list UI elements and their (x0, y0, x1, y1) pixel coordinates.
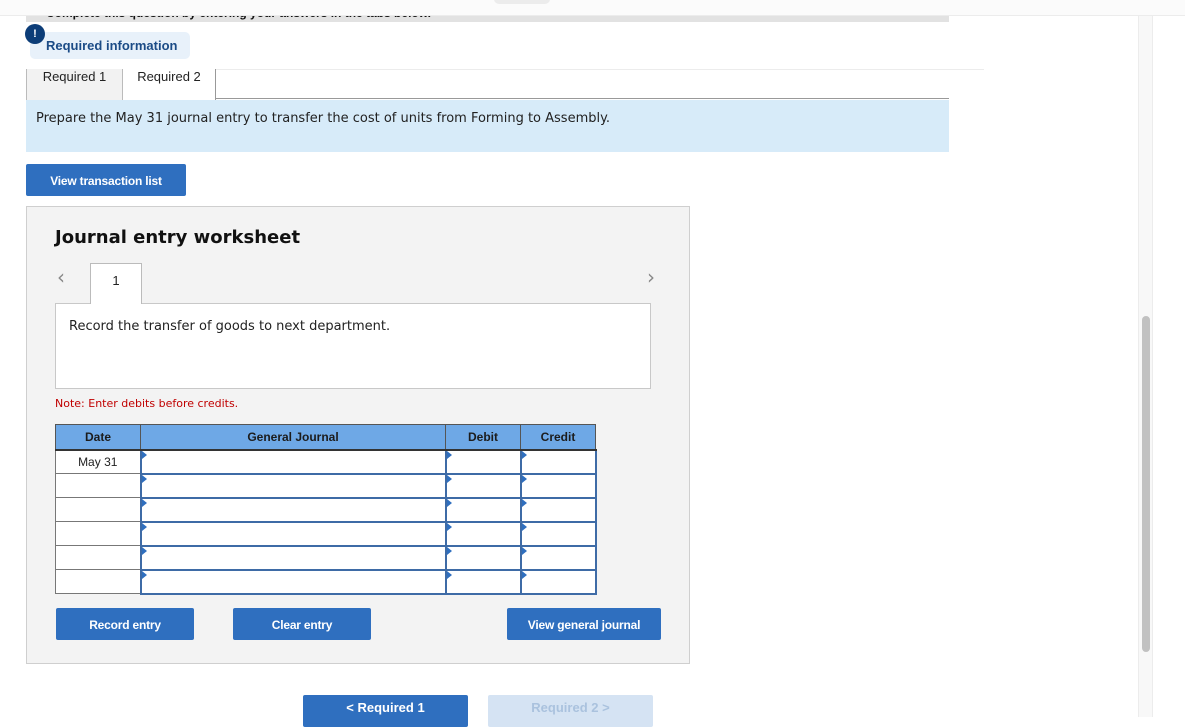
alert-icon: ! (25, 24, 45, 44)
account-input[interactable] (139, 544, 447, 571)
question-prompt: Prepare the May 31 journal entry to tran… (26, 100, 949, 152)
clear-entry-button[interactable]: Clear entry (233, 608, 371, 640)
credit-input[interactable] (519, 520, 597, 547)
account-input[interactable] (139, 472, 447, 499)
top-bar-pill (494, 0, 550, 4)
journal-table: Date General Journal Debit Credit May 31 (55, 424, 597, 595)
view-transaction-list-button[interactable]: View transaction list (26, 164, 186, 196)
date-cell: May 31 (55, 449, 141, 474)
account-input[interactable] (139, 448, 447, 475)
debit-input[interactable] (444, 568, 522, 595)
header-credit: Credit (520, 424, 596, 451)
chevron-right-icon[interactable]: › (647, 265, 655, 289)
date-cell (55, 569, 141, 594)
table-row: May 31 (55, 448, 597, 475)
tab-required-1[interactable]: Required 1 (26, 69, 123, 100)
date-cell (55, 473, 141, 498)
table-row (55, 544, 597, 571)
required-information-label: ! Required information (25, 24, 190, 59)
header-debit: Debit (445, 424, 521, 451)
header-general-journal: General Journal (140, 424, 446, 451)
next-required-button[interactable]: Required 2 > (488, 695, 653, 727)
instructions-banner: Complete this question by entering your … (26, 16, 949, 22)
worksheet-title: Journal entry worksheet (55, 227, 301, 248)
table-row (55, 520, 597, 547)
account-input[interactable] (139, 496, 447, 523)
tab-label: Required 2 (137, 69, 201, 84)
chevron-left-icon[interactable]: ‹ (57, 265, 65, 289)
table-row (55, 568, 597, 595)
credit-input[interactable] (519, 448, 597, 475)
debit-input[interactable] (444, 544, 522, 571)
entry-description: Record the transfer of goods to next dep… (55, 303, 651, 389)
view-general-journal-button[interactable]: View general journal (507, 608, 661, 640)
credit-input[interactable] (519, 496, 597, 523)
tab-label: Required 1 (42, 69, 107, 84)
tabs-divider (216, 98, 949, 99)
debit-input[interactable] (444, 448, 522, 475)
table-row (55, 472, 597, 499)
header-date: Date (55, 424, 141, 451)
date-cell (55, 521, 141, 546)
record-entry-button[interactable]: Record entry (56, 608, 194, 640)
top-bar (0, 0, 1185, 16)
date-cell (55, 545, 141, 570)
prev-required-button[interactable]: < Required 1 (303, 695, 468, 727)
table-row (55, 496, 597, 523)
credit-input[interactable] (519, 544, 597, 571)
requirement-tabs: Required 1 Required 2 (26, 69, 949, 100)
credit-input[interactable] (519, 472, 597, 499)
debit-input[interactable] (444, 472, 522, 499)
debit-input[interactable] (444, 520, 522, 547)
account-input[interactable] (139, 520, 447, 547)
instructions-text: Complete this question by entering your … (46, 16, 431, 20)
debit-input[interactable] (444, 496, 522, 523)
required-information-text: Required information (46, 38, 178, 53)
entry-tab-1[interactable]: 1 (90, 263, 142, 304)
date-cell (55, 497, 141, 522)
journal-entry-worksheet: Journal entry worksheet ‹ › 1 Record the… (26, 206, 690, 664)
entry-note: Note: Enter debits before credits. (55, 397, 239, 410)
tab-required-2[interactable]: Required 2 (123, 69, 216, 100)
credit-input[interactable] (519, 568, 597, 595)
scrollbar-thumb[interactable] (1142, 316, 1150, 652)
account-input[interactable] (139, 568, 447, 595)
